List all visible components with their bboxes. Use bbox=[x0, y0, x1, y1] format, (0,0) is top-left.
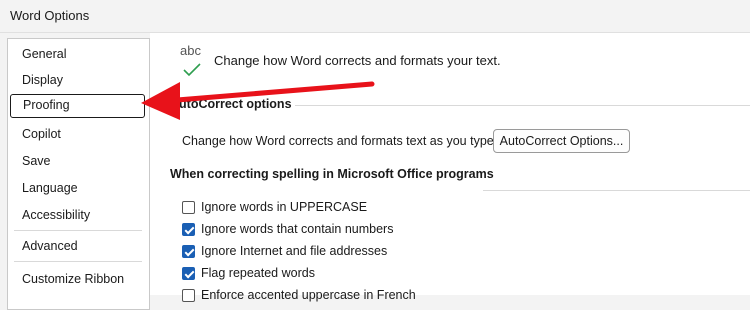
checkbox[interactable] bbox=[182, 267, 195, 280]
proofing-panel: abc Change how Word corrects and formats… bbox=[150, 33, 750, 302]
checkbox[interactable] bbox=[182, 201, 195, 214]
checkbox[interactable] bbox=[182, 289, 195, 302]
checkbox[interactable] bbox=[182, 223, 195, 236]
sidebar-item-language[interactable]: Language bbox=[10, 176, 145, 200]
sidebar-item-advanced[interactable]: Advanced bbox=[10, 234, 145, 258]
section-divider bbox=[483, 190, 750, 191]
sidebar-divider bbox=[14, 261, 142, 262]
sidebar-item-general[interactable]: General bbox=[10, 42, 145, 66]
abc-check-icon: abc bbox=[180, 43, 206, 77]
checkbox[interactable] bbox=[182, 245, 195, 258]
sidebar-item-proofing[interactable]: Proofing bbox=[10, 94, 145, 118]
options-sidebar: General Display Proofing Copilot Save La… bbox=[7, 38, 150, 310]
sidebar-item-save[interactable]: Save bbox=[10, 149, 145, 173]
autocorrect-options-button[interactable]: AutoCorrect Options... bbox=[493, 129, 630, 153]
section-divider bbox=[295, 105, 750, 106]
spelling-section-title: When correcting spelling in Microsoft Of… bbox=[170, 167, 494, 181]
autocorrect-description: Change how Word corrects and formats tex… bbox=[182, 134, 498, 148]
sidebar-item-accessibility[interactable]: Accessibility bbox=[10, 203, 145, 227]
sidebar-item-copilot[interactable]: Copilot bbox=[10, 122, 145, 146]
page-header-text: Change how Word corrects and formats you… bbox=[214, 53, 501, 68]
sidebar-divider bbox=[14, 230, 142, 231]
sidebar-item-customize-ribbon[interactable]: Customize Ribbon bbox=[10, 267, 145, 291]
title-bar: Word Options bbox=[0, 0, 750, 33]
window-title: Word Options bbox=[10, 8, 90, 23]
sidebar-item-display[interactable]: Display bbox=[10, 68, 145, 92]
autocorrect-section-title: AutoCorrect options bbox=[170, 97, 292, 111]
